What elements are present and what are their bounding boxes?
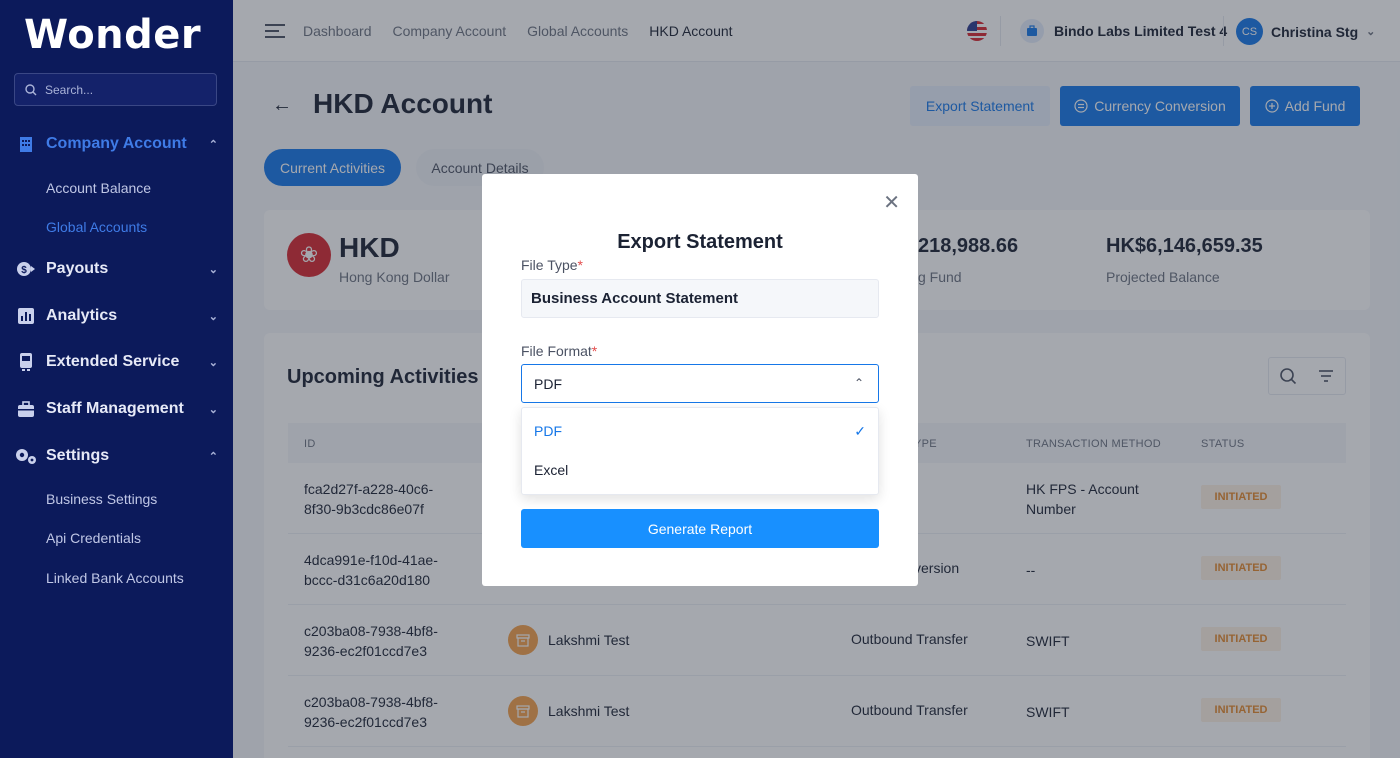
close-icon[interactable]: ✕ xyxy=(883,190,900,215)
chevron-up-icon: ⌃ xyxy=(853,376,864,390)
export-statement-modal: ✕ Export Statement File Type* Business A… xyxy=(482,174,918,586)
sidebar-item-label: Analytics xyxy=(46,307,118,324)
sidebar: Wonder Search... Company Account ⌃ Accou… xyxy=(0,0,233,758)
chevron-up-icon: ⌃ xyxy=(208,450,218,463)
gears-icon xyxy=(14,446,38,466)
chevron-down-icon: ⌄ xyxy=(208,403,218,416)
sidebar-search[interactable]: Search... xyxy=(14,73,217,106)
selected-format: PDF xyxy=(534,375,562,392)
sidebar-subitem-account-balance[interactable]: Account Balance xyxy=(46,180,151,196)
sidebar-item-settings[interactable]: Settings ⌃ xyxy=(14,446,224,466)
check-icon: ✓ xyxy=(854,423,866,439)
building-icon xyxy=(14,134,38,154)
service-icon xyxy=(14,352,38,372)
sidebar-item-label: Extended Service xyxy=(46,353,180,370)
sidebar-item-payouts[interactable]: $ Payouts ⌄ xyxy=(14,259,224,279)
chart-icon xyxy=(14,306,38,326)
chevron-down-icon: ⌄ xyxy=(208,356,218,369)
file-type-label: File Type* xyxy=(521,257,583,273)
sidebar-item-company-account[interactable]: Company Account ⌃ xyxy=(14,134,224,154)
sidebar-subitem-business-settings[interactable]: Business Settings xyxy=(46,491,157,507)
file-format-select[interactable]: PDF ⌃ xyxy=(521,364,879,403)
sidebar-item-extended-service[interactable]: Extended Service ⌄ xyxy=(14,352,224,372)
sidebar-item-analytics[interactable]: Analytics ⌄ xyxy=(14,306,224,326)
file-format-dropdown: PDF ✓ Excel xyxy=(521,407,879,495)
app-logo: Wonder xyxy=(24,12,202,58)
chevron-up-icon: ⌃ xyxy=(208,138,218,151)
modal-title: Export Statement xyxy=(617,231,783,253)
generate-report-button[interactable]: Generate Report xyxy=(521,509,879,548)
sidebar-item-staff-management[interactable]: Staff Management ⌄ xyxy=(14,399,224,419)
sidebar-item-label: Staff Management xyxy=(46,400,184,417)
chevron-down-icon: ⌄ xyxy=(208,263,218,276)
staff-icon xyxy=(14,399,38,419)
search-placeholder: Search... xyxy=(45,82,94,97)
sidebar-subitem-linked-bank-accounts[interactable]: Linked Bank Accounts xyxy=(46,570,184,586)
sidebar-subitem-api-credentials[interactable]: Api Credentials xyxy=(46,530,141,546)
sidebar-item-label: Company Account xyxy=(46,135,187,152)
chevron-down-icon: ⌄ xyxy=(208,310,218,323)
sidebar-item-label: Settings xyxy=(46,447,110,464)
svg-text:$: $ xyxy=(21,265,27,276)
format-option-excel[interactable]: Excel xyxy=(534,462,568,478)
file-format-label: File Format* xyxy=(521,343,598,359)
sidebar-item-label: Payouts xyxy=(46,260,109,277)
format-option-pdf[interactable]: PDF xyxy=(534,423,562,439)
sidebar-subitem-global-accounts[interactable]: Global Accounts xyxy=(46,219,147,235)
file-type-field[interactable]: Business Account Statement xyxy=(521,279,879,318)
money-icon: $ xyxy=(14,259,38,279)
search-icon xyxy=(25,83,37,95)
